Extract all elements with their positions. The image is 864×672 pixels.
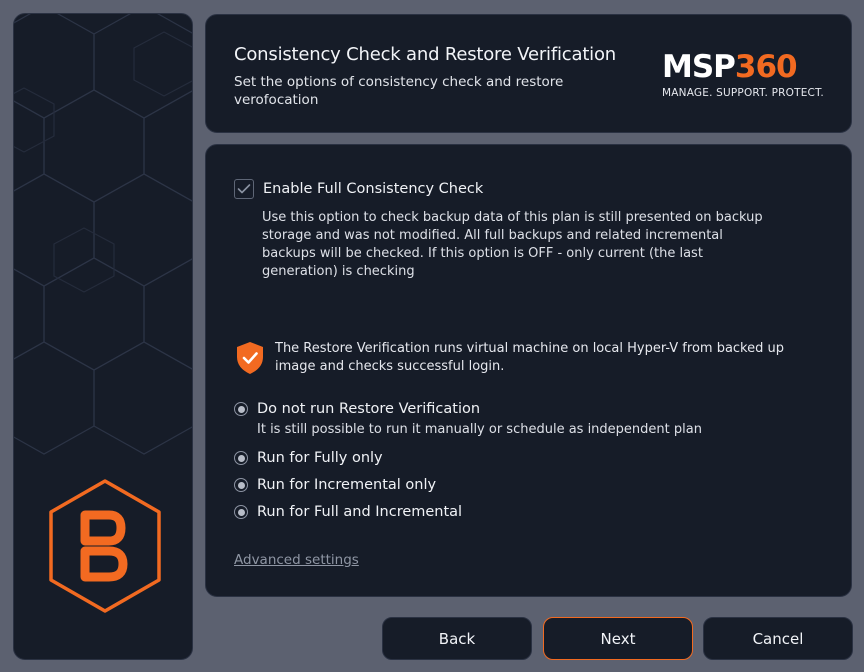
page-title: Consistency Check and Restore Verificati…: [234, 44, 616, 65]
radio-button[interactable]: [234, 478, 248, 492]
hexagon-b-logo-icon: [49, 479, 161, 613]
page-subtitle: Set the options of consistency check and…: [234, 74, 564, 108]
header-card: Consistency Check and Restore Verificati…: [205, 14, 852, 133]
main-card: Enable Full Consistency Check Use this o…: [205, 144, 852, 597]
logo-tagline: MANAGE. SUPPORT. PROTECT.: [662, 87, 824, 99]
back-button[interactable]: Back: [382, 617, 532, 660]
radio-incremental-only[interactable]: Run for Incremental only: [234, 477, 436, 493]
radio-button[interactable]: [234, 505, 248, 519]
restore-verification-info: The Restore Verification runs virtual ma…: [234, 340, 825, 376]
radio-label: Run for Fully only: [257, 450, 383, 466]
side-panel: [13, 13, 193, 660]
logo-wordmark: MSP360: [662, 51, 827, 83]
radio-label: Run for Incremental only: [257, 477, 437, 493]
next-button[interactable]: Next: [543, 617, 693, 660]
radio-full-only[interactable]: Run for Fully only: [234, 450, 383, 466]
logo-number-text: 360: [734, 49, 798, 85]
radio-button[interactable]: [234, 402, 248, 416]
consistency-description: Use this option to check backup data of …: [262, 210, 763, 279]
logo-msp-text: MSP: [662, 49, 736, 85]
radio-full-and-incremental[interactable]: Run for Full and Incremental: [234, 504, 462, 520]
full-consistency-checkbox[interactable]: [234, 179, 254, 199]
radio-do-not-run[interactable]: Do not run Restore Verification: [234, 401, 480, 417]
radio-hint: It is still possible to run it manually …: [257, 422, 702, 437]
full-consistency-check-option[interactable]: Enable Full Consistency Check: [234, 179, 483, 199]
advanced-settings-link[interactable]: Advanced settings: [234, 552, 359, 568]
full-consistency-label: Enable Full Consistency Check: [263, 181, 484, 197]
cancel-button[interactable]: Cancel: [703, 617, 853, 660]
msp360-logo: MSP360 MANAGE. SUPPORT. PROTECT.: [662, 51, 827, 101]
shield-check-icon: [237, 342, 263, 374]
check-icon: [237, 184, 251, 194]
radio-label: Run for Full and Incremental: [257, 504, 463, 520]
radio-button[interactable]: [234, 451, 248, 465]
radio-label: Do not run Restore Verification: [257, 401, 481, 417]
restore-verification-text: The Restore Verification runs virtual ma…: [275, 341, 784, 374]
